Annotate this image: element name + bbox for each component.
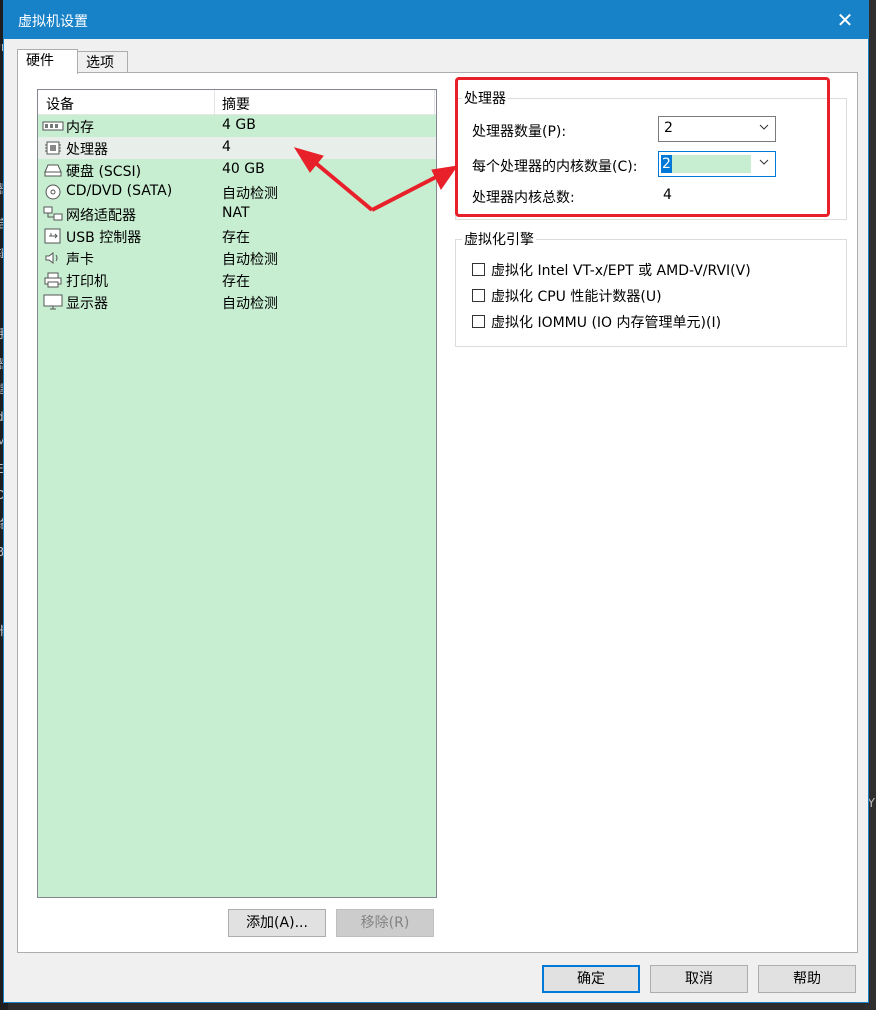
device-list[interactable]: 设备 摘要 内存 4 GB 处理器 4 硬盘 (SCSI) 40 GB CD/D…: [37, 89, 437, 898]
device-name: 硬盘 (SCSI): [66, 164, 142, 180]
iommu-checkbox[interactable]: [472, 315, 485, 328]
annotation-highlight-box: [455, 77, 830, 217]
device-row-sound[interactable]: 声卡 自动检测: [38, 247, 436, 269]
device-row-harddisk[interactable]: 硬盘 (SCSI) 40 GB: [38, 159, 436, 181]
cancel-button-label: 取消: [685, 971, 713, 987]
device-row-network[interactable]: 网络适配器 NAT: [38, 203, 436, 225]
device-summary: 40 GB: [222, 161, 265, 177]
device-name: 处理器: [66, 142, 108, 158]
vtx-ept-label[interactable]: 虚拟化 Intel VT-x/EPT 或 AMD-V/RVI(V): [491, 260, 751, 280]
device-row-memory[interactable]: 内存 4 GB: [38, 115, 436, 137]
network-icon: [43, 206, 63, 221]
window-title: 虚拟机设置: [18, 14, 88, 30]
device-name: CD/DVD (SATA): [66, 183, 173, 199]
column-device[interactable]: 设备: [46, 94, 74, 114]
title-bar: 虚拟机设置 ✕: [4, 1, 868, 39]
help-button[interactable]: 帮助: [758, 965, 856, 993]
add-device-button[interactable]: 添加(A)...: [228, 909, 326, 937]
device-name: 声卡: [66, 252, 94, 268]
processor-icon: [45, 141, 61, 155]
virtualization-group: 虚拟化引擎 虚拟化 Intel VT-x/EPT 或 AMD-V/RVI(V) …: [455, 229, 847, 347]
device-summary: 自动检测: [222, 186, 278, 202]
column-divider[interactable]: [214, 90, 215, 114]
device-row-processor[interactable]: 处理器 4: [38, 137, 436, 159]
sound-icon: [45, 252, 58, 264]
cdrom-icon: [45, 184, 61, 200]
device-name: 内存: [66, 120, 94, 136]
device-row-display[interactable]: 显示器 自动检测: [38, 291, 436, 313]
device-summary: 存在: [222, 274, 250, 290]
harddisk-icon: [44, 164, 62, 177]
printer-icon: [44, 272, 62, 288]
tab-hardware[interactable]: 硬件: [17, 49, 78, 74]
device-summary: 自动检测: [222, 296, 278, 312]
device-summary: NAT: [222, 205, 250, 221]
usb-icon: [44, 228, 61, 244]
column-divider[interactable]: [434, 90, 435, 114]
device-row-printer[interactable]: 打印机 存在: [38, 269, 436, 291]
close-icon[interactable]: ✕: [822, 1, 868, 39]
device-row-usb[interactable]: USB 控制器 存在: [38, 225, 436, 247]
help-button-label: 帮助: [793, 971, 821, 987]
device-summary: 4 GB: [222, 117, 256, 133]
cpu-perf-counters-checkbox[interactable]: [472, 289, 485, 302]
device-name: 显示器: [66, 296, 108, 312]
device-name: 打印机: [66, 274, 108, 290]
display-icon: [43, 294, 63, 310]
device-summary: 存在: [222, 230, 250, 246]
tab-options[interactable]: 选项: [77, 51, 128, 73]
column-summary[interactable]: 摘要: [222, 94, 250, 114]
device-name: 网络适配器: [66, 208, 136, 224]
device-summary: 4: [222, 139, 231, 155]
device-row-cdrom[interactable]: CD/DVD (SATA) 自动检测: [38, 181, 436, 203]
memory-icon: [42, 121, 64, 131]
cancel-button[interactable]: 取消: [650, 965, 748, 993]
device-summary: 自动检测: [222, 252, 278, 268]
remove-device-button[interactable]: 移除(R): [336, 909, 434, 937]
virtualization-group-title: 虚拟化引擎: [462, 229, 536, 249]
ok-button[interactable]: 确定: [542, 965, 640, 993]
ok-button-label: 确定: [577, 971, 605, 987]
remove-button-label: 移除(R): [360, 915, 410, 931]
cpu-perf-counters-label[interactable]: 虚拟化 CPU 性能计数器(U): [491, 286, 662, 306]
vtx-ept-checkbox[interactable]: [472, 263, 485, 276]
device-name: USB 控制器: [66, 230, 142, 246]
iommu-label[interactable]: 虚拟化 IOMMU (IO 内存管理单元)(I): [491, 312, 721, 332]
add-button-label: 添加(A)...: [246, 915, 308, 931]
device-list-header: 设备 摘要: [38, 90, 436, 115]
